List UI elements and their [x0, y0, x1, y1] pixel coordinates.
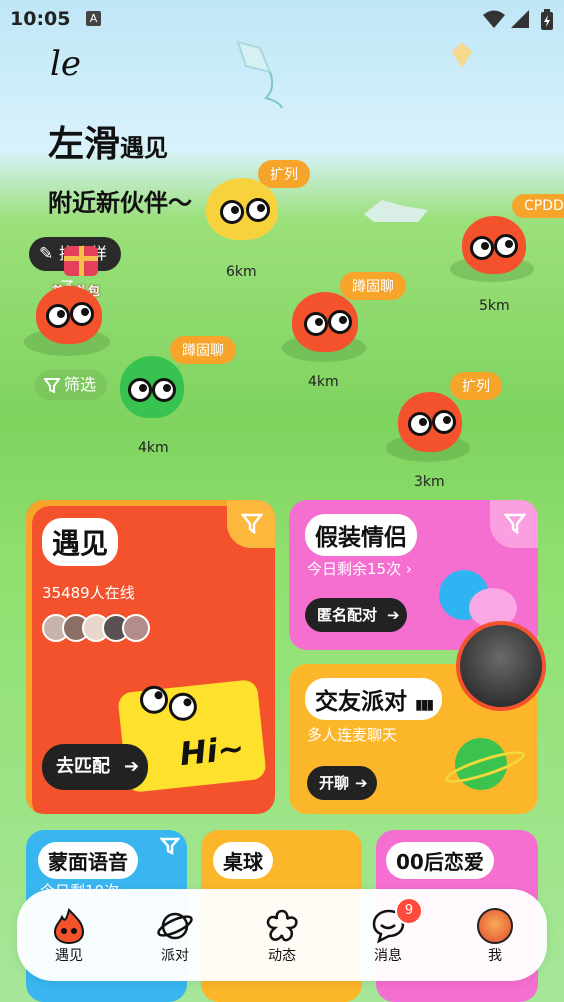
filter-icon [241, 513, 263, 534]
map-user-2[interactable]: CPDD 5km [450, 192, 564, 318]
filter-label: 筛选 [64, 375, 97, 394]
user-bubble: 蹲固聊 [340, 272, 406, 300]
tab-me[interactable]: 我 [460, 907, 530, 965]
fake-couple-filter-button[interactable] [490, 500, 538, 548]
app-logo: le [50, 44, 81, 84]
profile-avatar-icon [460, 907, 530, 945]
wifi-icon [483, 10, 505, 28]
tab-meet[interactable]: 遇见 [34, 907, 104, 965]
arrow-right-icon: ➔ [355, 774, 368, 792]
gift-icon [64, 246, 98, 276]
masked-voice-title: 蒙面语音 [38, 842, 138, 879]
online-count: 35489人在线 [42, 584, 135, 602]
user-bubble: 扩列 [450, 372, 502, 400]
user-distance: 3km [414, 474, 445, 490]
kite-small-decoration [452, 42, 472, 68]
anonymous-match-label: 匿名配对 [317, 606, 378, 624]
party-title-text: 交友派对 [315, 689, 407, 715]
online-avatars [42, 614, 150, 642]
user-bubble: 蹲固聊 [170, 336, 236, 364]
couple-illustration [439, 566, 519, 628]
flame-icon [34, 907, 104, 945]
page-headline: 左滑遇见 [48, 115, 168, 167]
start-chat-label: 开聊 [319, 774, 350, 792]
user-distance: 5km [479, 298, 510, 314]
party-title: 交友派对 ▮▮▮ [305, 678, 443, 720]
start-chat-button[interactable]: 开聊 ➔ [307, 766, 377, 800]
chevron-right-icon: › [405, 560, 412, 578]
tab-moments[interactable]: 动态 [247, 907, 317, 965]
user-bubble: 扩列 [258, 160, 310, 188]
map-user-1[interactable]: 扩列 6km [196, 158, 341, 284]
planet-illustration [442, 734, 528, 794]
map-user-left[interactable] [24, 280, 114, 360]
headline-suffix: 遇见 [120, 134, 169, 162]
notification-icon: A [86, 11, 101, 26]
arrow-right-icon: ➔ [387, 606, 400, 624]
anonymous-match-button[interactable]: 匿名配对 ➔ [305, 598, 407, 632]
post00-love-title: 00后恋爱 [386, 842, 494, 879]
party-subtitle: 多人连麦聊天 [307, 726, 398, 744]
user-avatar-creature [292, 292, 358, 352]
start-match-button[interactable]: 去匹配 ➔ [42, 744, 148, 790]
billiards-title: 桌球 [213, 842, 273, 879]
filter-button[interactable]: 筛选 [35, 370, 107, 400]
tab-meet-label: 遇见 [55, 948, 83, 964]
cellular-icon [511, 10, 529, 28]
fake-couple-subtitle: 今日剩余15次 › [307, 558, 412, 579]
status-time: 10:05 [10, 8, 71, 30]
user-bubble: CPDD [512, 194, 564, 218]
fake-couple-title: 假装情侣 [305, 514, 417, 556]
meet-card-title: 遇见 [42, 518, 119, 566]
unread-badge: 9 [395, 897, 423, 925]
tab-party[interactable]: 派对 [140, 907, 210, 965]
flower-icon [247, 907, 317, 945]
user-avatar-creature [120, 356, 184, 418]
filter-icon[interactable] [160, 836, 180, 856]
meet-filter-button[interactable] [227, 500, 275, 548]
map-user-4[interactable]: 蹲固聊 4km [110, 334, 240, 460]
battery-icon [541, 9, 553, 30]
user-distance: 4km [308, 374, 339, 390]
status-bar: 10:05 A [0, 0, 564, 38]
filter-icon [44, 378, 60, 393]
start-match-label: 去匹配 [56, 756, 110, 777]
planet-icon [140, 907, 210, 945]
audio-bars-icon: ▮▮▮ [415, 697, 434, 713]
page-subtitle: 附近新伙伴～ [48, 189, 192, 217]
tab-me-label: 我 [488, 948, 502, 964]
arrow-right-icon: ➔ [124, 756, 140, 777]
hi-text: Hi~ [177, 728, 247, 774]
meet-card[interactable]: 遇见 35489人在线 Hi~ 去匹配 ➔ [26, 500, 275, 814]
filter-icon [504, 513, 526, 534]
user-avatar-creature [462, 216, 526, 274]
live-room-avatar[interactable] [456, 621, 546, 711]
user-avatar-creature [36, 286, 102, 344]
user-distance: 6km [226, 264, 257, 280]
tab-party-label: 派对 [161, 948, 189, 964]
tab-messages-label: 消息 [374, 948, 402, 964]
tab-moments-label: 动态 [268, 948, 296, 964]
user-avatar-creature [398, 392, 462, 452]
tab-messages[interactable]: 消息 9 [353, 897, 423, 965]
user-distance: 4km [138, 440, 169, 456]
kite-decoration [236, 40, 283, 108]
user-avatar-creature [206, 178, 278, 240]
bottom-tab-bar: 遇见 派对 动态 消息 9 我 [17, 889, 547, 981]
avatar [122, 614, 150, 642]
rock-decoration [364, 200, 428, 222]
fake-couple-subtitle-text: 今日剩余15次 [307, 560, 402, 578]
headline-main: 左滑 [48, 124, 121, 165]
map-user-5[interactable]: 扩列 3km [386, 368, 516, 494]
